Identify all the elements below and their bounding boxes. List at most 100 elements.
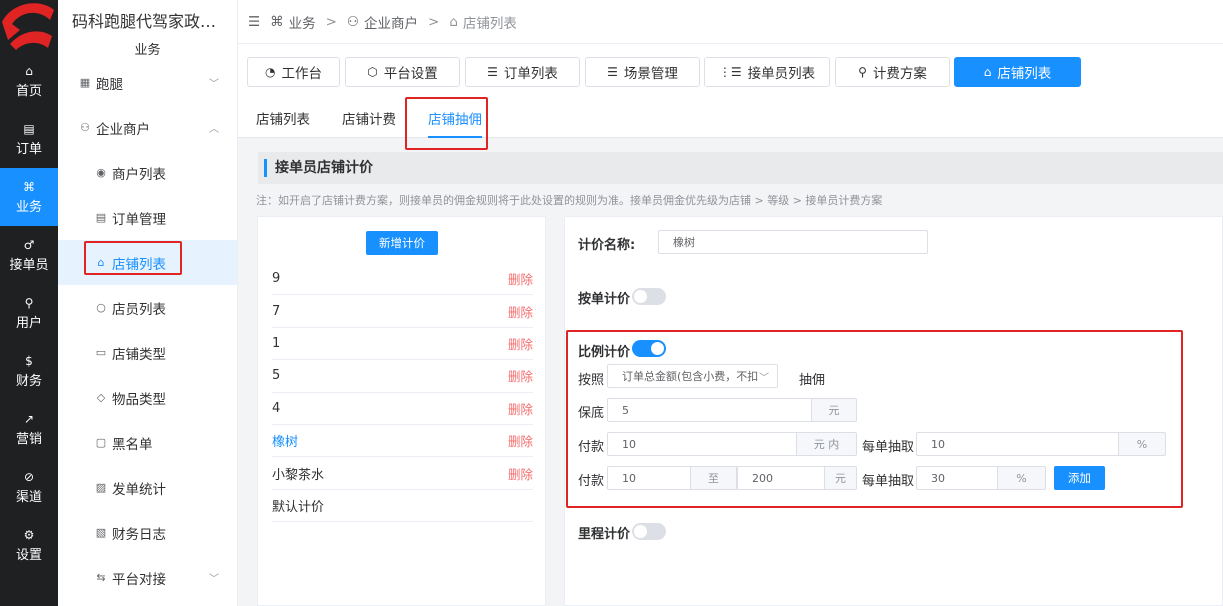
dashboard-icon: ◔ [265,65,276,79]
rail-item-finance[interactable]: $ 财务 [0,342,58,400]
tab-scene-manage[interactable]: ☰ 场景管理 [585,57,700,87]
range-unit: 元 [824,466,857,490]
subtab-store-list[interactable]: 店铺列表 [256,96,310,138]
pricing-list: 9 删除 7 删除 1 删除 5 删除 4 删除 橡树 删除 小黎茶水 删除 默… [272,263,533,523]
sidebar-item-finance-log[interactable]: ▧ 财务日志 [58,510,237,555]
list-item[interactable]: 默认计价 [272,490,533,523]
priority-note: 注：如开启了店铺计费方案，则接单员的佣金规则将于此处设置的规则为准。接单员佣金优… [256,194,883,207]
distance-pricing-switch[interactable] [632,523,666,540]
brand-title: 码科跑腿代驾家政… [72,12,217,31]
chevron-down-icon: ﹀ [759,373,769,384]
minimum-input[interactable]: 5 [607,398,812,422]
delete-button[interactable]: 删除 [508,269,533,288]
breadcrumb-separator: > [325,13,337,30]
rail-item-business[interactable]: ⌘ 业务 [0,168,58,226]
per-order-pricing-label: 按单计价 [578,292,631,307]
basis-label: 按照 [578,373,605,388]
chevron-down-icon: ﹀ [209,79,219,90]
user-list-icon: ⚲ [858,65,867,79]
breadcrumb-store-list: ⌂ 店铺列表 [449,13,517,32]
per-order-pricing-switch[interactable] [632,288,666,305]
home-icon: ⌂ [25,63,33,78]
rail-item-users[interactable]: ⚲ 用户 [0,284,58,342]
commission-label: 抽佣 [799,373,826,388]
list-item[interactable]: 7 删除 [272,295,533,328]
list-item-selected[interactable]: 橡树 删除 [272,425,533,458]
store-icon: ⌂ [449,13,458,30]
sidebar-item-order-manage[interactable]: ▤ 订单管理 [58,195,237,240]
breadcrumb-merchants[interactable]: ⚇ 企业商户 [347,12,418,32]
sidebar-item-blacklist[interactable]: ▢ 黑名单 [58,420,237,465]
delete-button[interactable]: 删除 [508,399,533,418]
chart-icon: ▨ [95,481,107,494]
payment-amount-input[interactable]: 10 [607,432,797,456]
payment-range-label: 付款 [578,474,605,489]
rail-item-orders[interactable]: ▤ 订单 [0,110,58,168]
subtab-store-commission[interactable]: 店铺抽佣 [428,96,482,138]
tab-pricing-plan[interactable]: ⚲ 计费方案 [835,57,950,87]
sidebar-item-store-type[interactable]: ▭ 店铺类型 [58,330,237,375]
rail-item-marketing[interactable]: ↗ 营销 [0,400,58,458]
settings-icon: ⬡ [367,65,378,79]
store-icon: ⌂ [983,65,992,79]
tab-platform-settings[interactable]: ⬡ 平台设置 [345,57,460,87]
each-order-input-2[interactable]: 30 [916,466,998,490]
percent-unit: % [1118,432,1166,456]
sidebar-item-item-type[interactable]: ◇ 物品类型 [58,375,237,420]
list-item[interactable]: 小黎茶水 删除 [272,457,533,490]
swap-icon: ⇆ [96,571,106,584]
subtab-store-pricing[interactable]: 店铺计费 [342,96,396,138]
tab-order-list[interactable]: ☰ 订单列表 [465,57,580,87]
range-to-input[interactable]: 200 [737,466,825,490]
tab-store-list[interactable]: ⌂ 店铺列表 [954,57,1081,87]
sidebar-item-store-list[interactable]: ⌂ 店铺列表 [58,240,237,285]
rail-item-riders[interactable]: ♂ 接单员 [0,226,58,284]
range-from-input[interactable]: 10 [607,466,691,490]
sidebar-item-platform-integration[interactable]: ⇆ 平台对接 ﹀ [58,555,237,600]
bike-icon: ♂ [23,237,35,252]
payment-within-unit: 元 内 [796,432,857,456]
document-icon: ▤ [95,211,107,224]
sidebar-item-staff-list[interactable]: ○ 店员列表 [58,285,237,330]
delete-button[interactable]: 删除 [508,464,533,483]
rail-item-settings[interactable]: ⚙ 设置 [0,516,58,574]
list-item[interactable]: 5 删除 [272,360,533,393]
delete-button[interactable]: 删除 [508,366,533,385]
breadcrumb: ☰ ⌘ 业务 > ⚇ 企业商户 > ⌂ 店铺列表 [238,0,1223,44]
each-order-label-2: 每单抽取 [862,474,915,489]
sidebar-item-merchant-list[interactable]: ◉ 商户列表 [58,150,237,195]
left-rail: ⌂ 首页 ▤ 订单 ⌘ 业务 ♂ 接单员 ⚲ 用户 $ 财务 ↗ 营销 ⊘ 渠道… [0,0,58,606]
sidebar-item-order-stats[interactable]: ▨ 发单统计 [58,465,237,510]
order-icon: ▤ [23,121,35,136]
add-pricing-button[interactable]: 新增计价 [366,231,438,255]
range-to-label: 至 [690,466,737,490]
command-icon: ⌘ [270,13,284,30]
ratio-pricing-switch[interactable] [632,340,666,357]
main-content: 店铺列表 店铺计费 店铺抽佣 接单员店铺计价 注：如开启了店铺计费方案，则接单员… [238,96,1223,606]
tab-rider-list[interactable]: ⋮☰ 接单员列表 [704,57,830,87]
tab-workbench[interactable]: ◔ 工作台 [247,57,340,87]
rail-item-home[interactable]: ⌂ 首页 [0,52,58,110]
user-icon: ⚲ [24,295,34,310]
basis-select[interactable]: 订单总金额(包含小费，不扣 ﹀ [607,364,778,388]
sidebar-item-merchants[interactable]: ⚇ 企业商户 ︿ [58,105,237,150]
list-item[interactable]: 9 删除 [272,263,533,296]
sidebar-section-title: 业务 [134,43,161,58]
delete-button[interactable]: 删除 [508,334,533,353]
add-rule-button[interactable]: 添加 [1054,466,1105,490]
pricing-name-label: 计价名称: [578,238,636,253]
breadcrumb-business[interactable]: ⌘ 业务 [270,12,316,32]
list-item[interactable]: 4 删除 [272,393,533,425]
list-icon: ☰ [607,65,618,79]
breadcrumb-separator: > [428,13,440,30]
delete-button[interactable]: 删除 [508,431,533,450]
sidebar-item-errand[interactable]: ▦ 跑腿 ﹀ [58,60,237,105]
rail-item-channels[interactable]: ⊘ 渠道 [0,458,58,516]
delete-button[interactable]: 删除 [508,302,533,321]
minimum-unit: 元 [811,398,857,422]
menu-fold-icon[interactable]: ☰ [248,14,260,30]
app-logo [0,0,58,52]
each-order-input[interactable]: 10 [916,432,1119,456]
pricing-name-input[interactable]: 橡树 [658,230,928,254]
list-item[interactable]: 1 删除 [272,328,533,361]
